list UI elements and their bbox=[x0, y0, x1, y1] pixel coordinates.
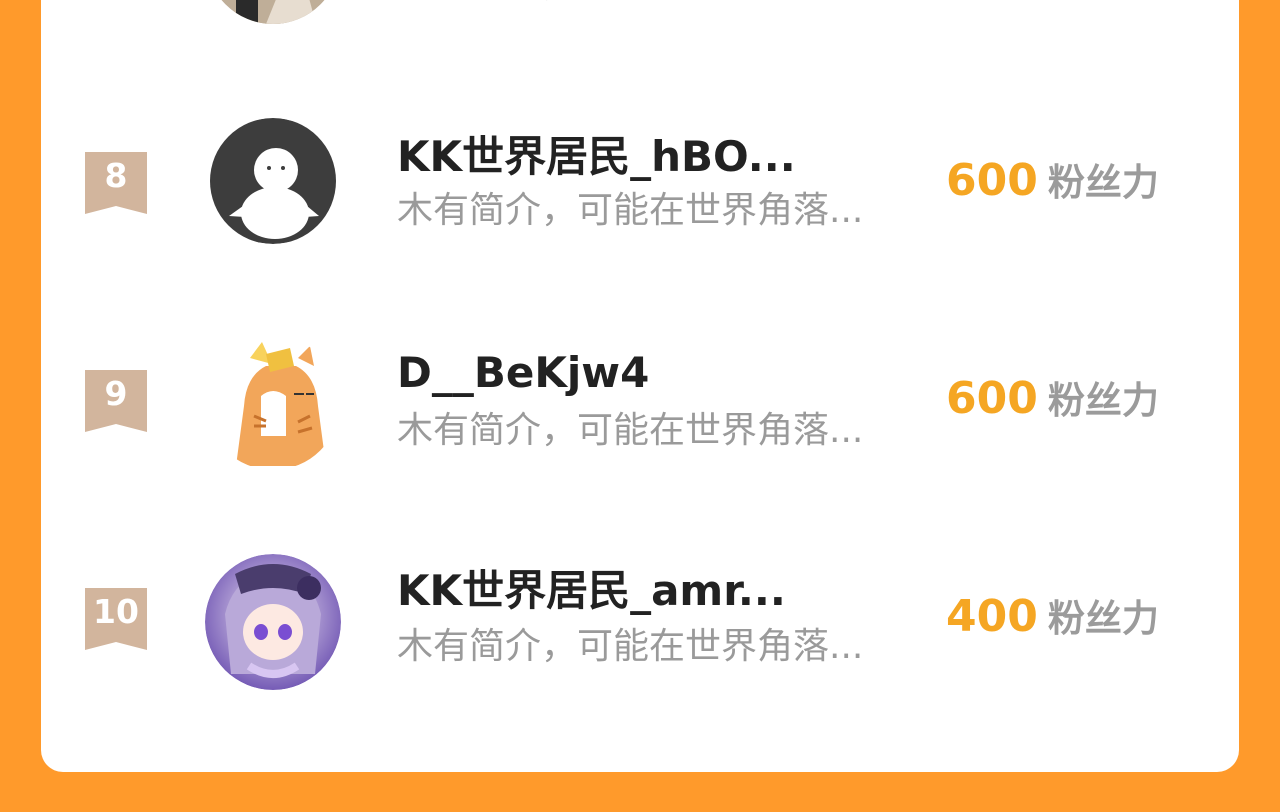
fans-power: 400 粉丝力 bbox=[946, 590, 1159, 653]
rank-badge: 10 bbox=[85, 588, 147, 650]
fans-label: 粉丝力 bbox=[1047, 379, 1159, 422]
avatar[interactable] bbox=[206, 0, 340, 24]
cat-illustration-icon bbox=[206, 336, 340, 470]
avatar-image bbox=[206, 0, 340, 24]
fans-label: 粉丝力 bbox=[1047, 597, 1159, 640]
rank-number: 10 bbox=[93, 592, 139, 631]
fans-count: 400 bbox=[946, 591, 1038, 642]
leaderboard-row[interactable]: 10 KK世界居民_amr... 木有简介，可能在世界角落... 400 粉丝力 bbox=[41, 554, 1239, 704]
user-name[interactable]: KK世界居民_amr... bbox=[397, 564, 786, 618]
fans-power: 600 粉丝力 bbox=[946, 372, 1159, 435]
rank-badge: 9 bbox=[85, 370, 147, 432]
rank-number: 8 bbox=[104, 156, 128, 195]
leaderboard-row[interactable]: 9 D__BeKjw4 木有简介，可能在世界角落... 600 粉丝力 bbox=[41, 336, 1239, 486]
default-person-icon bbox=[210, 118, 336, 244]
user-name[interactable]: KK世界居民_hBO... bbox=[397, 130, 796, 184]
fans-count: 600 bbox=[946, 155, 1038, 206]
leaderboard-row-partial[interactable]: 木有简介，可能在世界角落... bbox=[41, 0, 1239, 40]
anime-girl-icon bbox=[205, 554, 341, 690]
fans-power: 600 粉丝力 bbox=[946, 154, 1159, 217]
user-bio: 木有简介，可能在世界角落... bbox=[397, 626, 864, 667]
leaderboard-row[interactable]: 8 KK世界居民_hBO... 木有简介，可能在世界角落... 600 粉丝力 bbox=[41, 118, 1239, 268]
fans-count: 600 bbox=[946, 373, 1038, 424]
user-name[interactable]: D__BeKjw4 bbox=[397, 346, 649, 400]
avatar[interactable] bbox=[205, 554, 341, 690]
avatar[interactable] bbox=[207, 118, 339, 244]
rank-badge: 8 bbox=[85, 152, 147, 214]
leaderboard-card: 木有简介，可能在世界角落... 8 KK世界居民_hBO... 木有简介，可能在… bbox=[41, 0, 1239, 772]
user-bio: 木有简介，可能在世界角落... bbox=[397, 190, 864, 231]
row-bio: 木有简介，可能在世界角落... bbox=[397, 0, 863, 8]
rank-number: 9 bbox=[104, 374, 128, 413]
avatar[interactable] bbox=[206, 336, 340, 470]
user-bio: 木有简介，可能在世界角落... bbox=[397, 410, 864, 451]
fans-label: 粉丝力 bbox=[1047, 161, 1159, 204]
